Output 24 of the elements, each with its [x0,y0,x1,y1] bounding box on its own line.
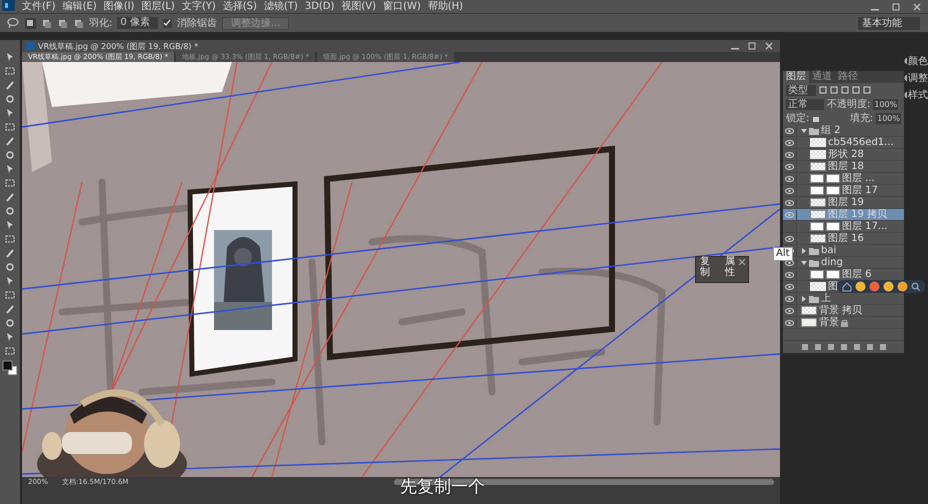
fill-label: 填充: [850,112,874,125]
layer-name: 背景 拷贝 [819,306,862,316]
layer-name: 图层 ... [842,174,875,184]
lock-label: 锁定: [786,112,810,125]
layer-name: 图层 6 [842,270,872,280]
layer-name: 图层 17... [842,222,888,232]
layer-name: bai [821,246,836,256]
feather-label: 羽化: [89,17,112,30]
tooltip: Alt [773,247,793,261]
antialias-label: 消除锯齿 [176,16,217,30]
layer-name: cb5456ed1... [828,138,894,148]
layer-name: 图层 17 [842,186,878,196]
layer-name: 形状 28 [828,150,864,160]
layer-name: 图层 19 [828,198,864,208]
layer-name: 上 [821,294,831,304]
subtitle: 先复制一个 [400,476,485,498]
layer-name: 背景 [819,318,839,328]
layer-name: 图 [828,282,838,292]
layer-name: ding [821,258,843,268]
layer-name: 图层 16 [828,234,864,244]
layer-name: 图层 18 [828,162,864,172]
layer-name: 图层 19 拷贝 [828,210,888,220]
opacity-label: 不透明度: [827,98,870,111]
document-title: VR线草稿.jpg @ 200% (图层 19, RGB/8) * [38,40,198,52]
